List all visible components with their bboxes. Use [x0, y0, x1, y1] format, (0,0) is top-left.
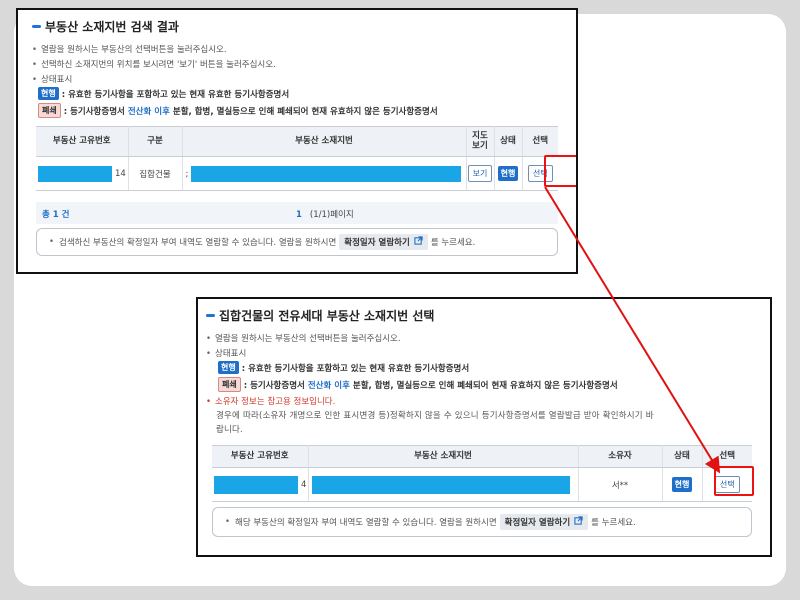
legend-closed-text-rest: 분할, 합병, 멸실등으로 인해 폐쇄되어 현재 유효하지 않은 등기사항증명서	[352, 380, 618, 391]
instruction-line: 선택하신 소재지번의 위치를 보시려면 '보기' 버튼을 눌러주십시오.	[32, 58, 276, 70]
cell-status: 현행	[662, 467, 703, 502]
title-bar-icon	[206, 314, 215, 317]
header-select: 선택	[522, 126, 558, 157]
unit-table: 부동산 고유번호 부동산 소재지번 소유자 상태 선택 4 서** 현행 선택	[212, 445, 752, 502]
cell-unique-number: 14	[36, 156, 129, 191]
header-map: 지도 보기	[466, 126, 495, 157]
closed-badge: 폐쇄	[218, 377, 241, 392]
panel-title: 집합건물의 전유세대 부동산 소재지번 선택	[206, 307, 434, 324]
owner-warning-detail-end: 랍니다.	[216, 425, 243, 435]
highlight-box	[544, 155, 576, 187]
redacted-address	[191, 165, 462, 182]
legend-closed-text: : 등기사항증명서	[63, 106, 125, 117]
closed-badge: 폐쇄	[38, 103, 61, 118]
notice-text-end: 를 누르세요.	[430, 238, 476, 248]
status-badge: 현행	[671, 477, 693, 492]
panel-title: 부동산 소재지번 검색 결과	[32, 18, 179, 35]
status-legend-label: 상태표시	[206, 347, 246, 359]
notice-text-end: 를 누르세요.	[591, 518, 636, 528]
header-category: 구분	[128, 126, 183, 157]
status-badge: 현행	[497, 166, 519, 181]
search-result-panel: 부동산 소재지번 검색 결과 열람을 원하시는 부동산의 선택버튼을 눌러주십시…	[16, 8, 578, 274]
redacted-id	[38, 165, 112, 182]
current-badge: 현행	[38, 87, 59, 100]
external-link-icon	[574, 516, 583, 528]
header-status: 상태	[494, 126, 523, 157]
header-status: 상태	[662, 445, 703, 468]
header-address: 부동산 소재지번	[182, 126, 467, 157]
panel-title-text: 집합건물의 전유세대 부동산 소재지번 선택	[219, 309, 435, 323]
cell-unique-number: 4	[212, 467, 309, 502]
instruction-line: 열람을 원하시는 부동산의 선택버튼을 눌러주십시오.	[32, 43, 227, 55]
legend-closed: 폐쇄 : 등기사항증명서 전산화 이후 분할, 합병, 멸실등으로 인해 폐쇄되…	[38, 103, 438, 118]
legend-current: 현행 : 유효한 등기사항을 포함하고 있는 현재 유효한 등기사항증명서	[38, 87, 289, 100]
highlight-box	[714, 466, 754, 496]
cell-map: 보기	[466, 156, 495, 191]
legend-closed-text-rest: 분할, 합병, 멸실등으로 인해 폐쇄되어 현재 유효하지 않은 등기사항증명서	[172, 106, 438, 117]
pagination: 1 (1/1)페이지	[296, 208, 354, 220]
notice-box: • 해당 부동산의 확정일자 부여 내역도 열람할 수 있습니다. 열람을 원하…	[212, 507, 752, 537]
address-prefix: ;	[185, 169, 189, 179]
cell-category: 집합건물	[128, 156, 183, 191]
result-summary: 총 1 건 1 (1/1)페이지	[36, 202, 558, 224]
id-suffix: 4	[301, 480, 307, 490]
fixed-date-view-button[interactable]: 확정일자 열람하기	[339, 234, 428, 250]
notice-box: • 검색하신 부동산의 확정일자 부여 내역도 열람할 수 있습니다. 열람을 …	[36, 228, 558, 256]
header-select: 선택	[702, 445, 752, 468]
unit-select-panel: 집합건물의 전유세대 부동산 소재지번 선택 열람을 원하시는 부동산의 선택버…	[196, 297, 772, 557]
notice-text: 해당 부동산의 확정일자 부여 내역도 열람할 수 있습니다. 열람을 원하시면	[235, 518, 497, 528]
legend-current-text: : 유효한 등기사항을 포함하고 있는 현재 유효한 등기사항증명서	[241, 363, 470, 374]
id-suffix: 14	[115, 169, 126, 179]
panel-title-text: 부동산 소재지번 검색 결과	[45, 20, 179, 34]
legend-closed: 폐쇄 : 등기사항증명서 전산화 이후 분할, 합병, 멸실등으로 인해 폐쇄되…	[218, 377, 618, 392]
legend-closed-emphasis: 전산화 이후	[307, 380, 350, 391]
header-unique-number: 부동산 고유번호	[36, 126, 129, 157]
owner-warning: 소유자 정보는 참고용 정보입니다.	[206, 395, 335, 407]
header-owner: 소유자	[578, 445, 663, 468]
external-link-icon	[414, 236, 423, 248]
header-unique-number: 부동산 고유번호	[212, 445, 309, 468]
notice-text: 검색하신 부동산의 확정일자 부여 내역도 열람할 수 있습니다. 열람을 원하…	[59, 238, 337, 248]
page-current[interactable]: 1	[296, 210, 302, 220]
fixed-date-button-label: 확정일자 열람하기	[344, 238, 410, 248]
cell-owner: 서**	[578, 467, 663, 502]
legend-current-text: : 유효한 등기사항을 포함하고 있는 현재 유효한 등기사항증명서	[61, 89, 290, 100]
redacted-id	[214, 475, 298, 494]
table-row: 14 집합건물 ; 보기 현행 선택	[36, 156, 558, 191]
legend-closed-emphasis: 전산화 이후	[127, 106, 170, 117]
cell-address: ;	[182, 156, 467, 191]
cell-address	[308, 467, 579, 502]
status-legend-label: 상태표시	[32, 73, 72, 85]
table-row: 4 서** 현행 선택	[212, 467, 752, 502]
map-view-button[interactable]: 보기	[467, 165, 493, 182]
total-count: 총 1 건	[42, 210, 70, 220]
legend-current: 현행 : 유효한 등기사항을 포함하고 있는 현재 유효한 등기사항증명서	[218, 361, 469, 374]
current-badge: 현행	[218, 361, 239, 374]
instruction-line: 열람을 원하시는 부동산의 선택버튼을 눌러주십시오.	[206, 332, 401, 344]
cell-status: 현행	[494, 156, 523, 191]
owner-warning-detail: 경우에 따라(소유자 개명으로 인한 표시변경 등)정확하지 않을 수 있으니 …	[216, 411, 654, 421]
page-info: (1/1)페이지	[309, 210, 354, 220]
fixed-date-button-label: 확정일자 열람하기	[504, 518, 571, 528]
fixed-date-view-button[interactable]: 확정일자 열람하기	[499, 514, 589, 530]
legend-closed-text: : 등기사항증명서	[243, 380, 305, 391]
redacted-address	[311, 475, 570, 494]
title-bar-icon	[32, 25, 41, 28]
header-address: 부동산 소재지번	[308, 445, 579, 468]
result-table: 부동산 고유번호 구분 부동산 소재지번 지도 보기 상태 선택 14 집합건물…	[36, 126, 558, 191]
